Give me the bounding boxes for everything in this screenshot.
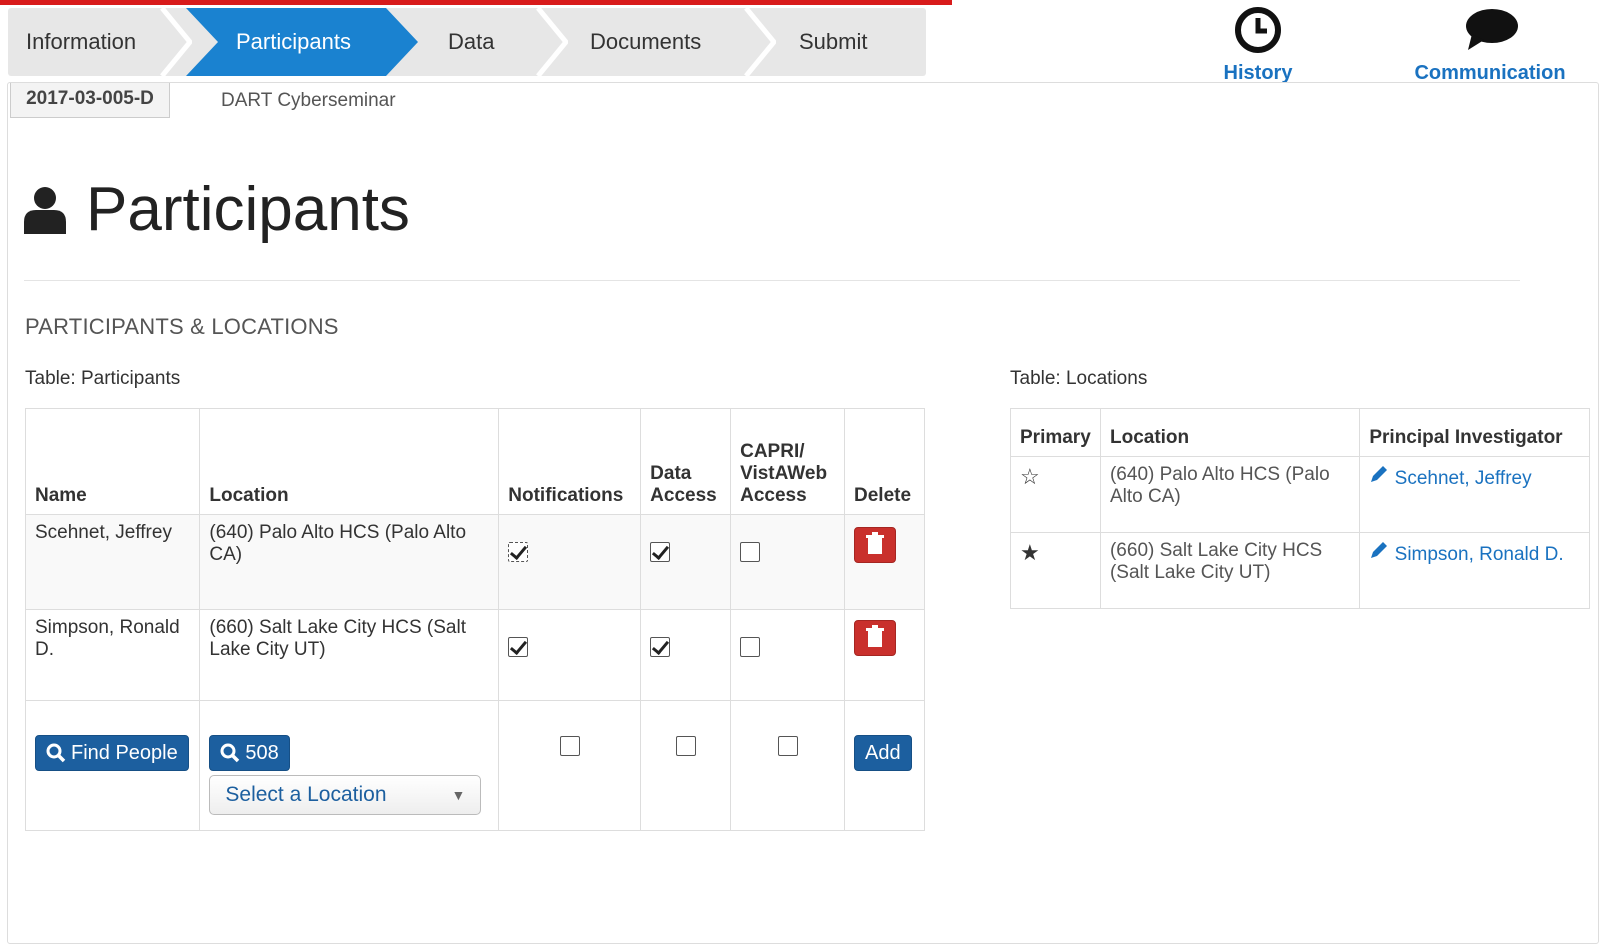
col-header-location: Location: [199, 408, 500, 515]
pencil-icon: [1371, 466, 1388, 482]
tab-label: Documents: [590, 29, 702, 54]
search-icon: [46, 743, 66, 763]
search-icon: [220, 743, 240, 763]
col-header-notifications: Notifications: [498, 408, 642, 515]
user-icon: [24, 186, 66, 234]
pi-link[interactable]: Simpson, Ronald D.: [1369, 542, 1564, 565]
case-name: DART Cyberseminar: [221, 90, 396, 111]
table-header-row: Name Location Notifications Data Access C…: [24, 408, 925, 515]
col-header-delete: Delete: [844, 408, 925, 515]
col-header-pi: Principal Investigator: [1359, 408, 1590, 457]
top-accent-bar: [0, 0, 952, 5]
participants-table-caption: Table: Participants: [25, 368, 181, 389]
tab-documents[interactable]: Documents: [590, 8, 701, 76]
col-header-capri: CAPRI/VistAWeb Access: [730, 408, 845, 515]
locations-table: Primary Location Principal Investigator …: [1010, 408, 1590, 609]
chevron-right-icon: [534, 8, 568, 76]
locations-table-caption: Table: Locations: [1010, 368, 1148, 389]
data-access-checkbox[interactable]: [650, 636, 671, 657]
new-data-access-checkbox[interactable]: [675, 735, 696, 756]
search-508-button[interactable]: 508: [209, 735, 290, 771]
notifications-checkbox[interactable]: [508, 636, 529, 657]
find-people-button[interactable]: Find People: [35, 735, 189, 771]
location-select-value: Select a Location: [225, 783, 387, 806]
tab-label: Data: [448, 29, 495, 54]
pi-link[interactable]: Scehnet, Jeffrey: [1369, 466, 1532, 489]
tab-data[interactable]: Data: [448, 8, 494, 76]
pencil-icon: [1371, 542, 1388, 558]
table-row: Simpson, Ronald D. (660) Salt Lake City …: [24, 609, 925, 701]
participant-location: (660) Salt Lake City HCS (Salt Lake City…: [199, 609, 500, 701]
data-access-checkbox[interactable]: [650, 541, 671, 562]
tab-participants[interactable]: Participants: [186, 8, 418, 76]
trash-icon: [866, 532, 884, 554]
new-notifications-checkbox[interactable]: [559, 735, 580, 756]
page-title-text: Participants: [86, 175, 410, 244]
location-name: (640) Palo Alto HCS (Palo Alto CA): [1099, 456, 1361, 533]
participant-name: Scehnet, Jeffrey: [24, 514, 201, 610]
tab-label: Participants: [236, 29, 351, 54]
notifications-checkbox[interactable]: [508, 541, 529, 562]
participant-name: Simpson, Ronald D.: [24, 609, 201, 701]
table-row: ★ (660) Salt Lake City HCS (Salt Lake Ci…: [1010, 532, 1590, 609]
star-outline-icon[interactable]: ☆: [1020, 464, 1040, 489]
section-heading: PARTICIPANTS & LOCATIONS: [25, 314, 339, 339]
col-header-location: Location: [1099, 408, 1361, 457]
caret-down-icon: ▼: [451, 787, 466, 803]
add-button[interactable]: Add: [854, 735, 912, 771]
participant-location: (640) Palo Alto HCS (Palo Alto CA): [199, 514, 500, 610]
table-header-row: Primary Location Principal Investigator: [1010, 408, 1590, 457]
page-title: Participants: [24, 174, 410, 245]
case-id-badge: 2017-03-005-D: [10, 83, 170, 118]
location-name: (660) Salt Lake City HCS (Salt Lake City…: [1099, 532, 1361, 609]
add-participant-row: Find People 508 Select a Location ▼ Add: [24, 700, 925, 831]
participants-table: Name Location Notifications Data Access C…: [24, 408, 925, 831]
col-header-data-access: Data Access: [640, 408, 732, 515]
delete-button[interactable]: [854, 620, 896, 656]
communication-button[interactable]: Communication: [1410, 6, 1570, 85]
chevron-right-icon: [742, 8, 776, 76]
delete-button[interactable]: [854, 527, 896, 563]
capri-access-checkbox[interactable]: [740, 541, 761, 562]
trash-icon: [866, 625, 884, 647]
divider: [24, 280, 1520, 281]
tab-information[interactable]: Information: [26, 8, 136, 76]
new-capri-access-checkbox[interactable]: [777, 735, 798, 756]
table-row: ☆ (640) Palo Alto HCS (Palo Alto CA) Sce…: [1010, 456, 1590, 533]
tab-label: Information: [26, 29, 137, 54]
clock-icon: [1235, 7, 1281, 53]
capri-access-checkbox[interactable]: [740, 636, 761, 657]
speech-bubble-icon: [1466, 9, 1518, 50]
history-button[interactable]: History: [1218, 6, 1298, 85]
col-header-name: Name: [24, 408, 201, 515]
star-filled-icon[interactable]: ★: [1020, 540, 1040, 565]
tab-label: Submit: [799, 29, 868, 54]
col-header-primary: Primary: [1010, 408, 1101, 457]
chevron-right-icon: [158, 8, 192, 76]
wizard-steps: Information Participants Data Documents …: [8, 8, 926, 76]
tab-submit[interactable]: Submit: [799, 8, 867, 76]
location-select[interactable]: Select a Location ▼: [209, 775, 482, 815]
table-row: Scehnet, Jeffrey (640) Palo Alto HCS (Pa…: [24, 514, 925, 610]
